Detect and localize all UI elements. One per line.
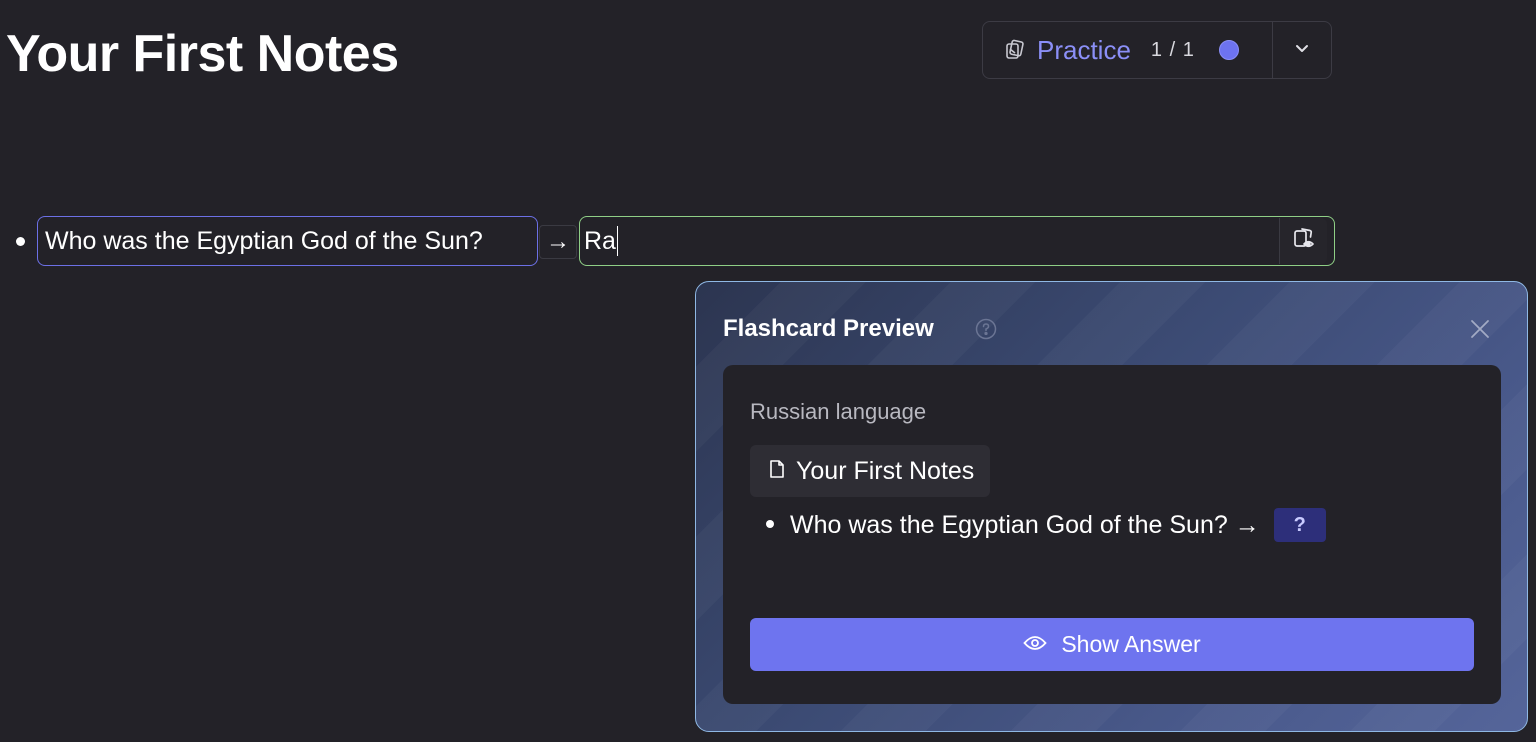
practice-dropdown-button[interactable] xyxy=(1273,22,1331,78)
practice-count: 1 / 1 xyxy=(1150,38,1195,61)
question-field[interactable]: Who was the Egyptian God of the Sun? xyxy=(37,216,538,266)
eye-icon xyxy=(1023,631,1061,658)
answer-field[interactable]: Ra xyxy=(579,216,1335,266)
chevron-down-icon xyxy=(1293,39,1311,62)
cards-stack-icon xyxy=(1003,37,1029,63)
document-chip[interactable]: Your First Notes xyxy=(750,445,991,497)
cloze-placeholder: ? xyxy=(1273,508,1326,542)
text-cursor xyxy=(616,226,619,256)
separator-arrow: → xyxy=(539,225,577,259)
question-text: Who was the Egyptian God of the Sun? xyxy=(45,226,483,255)
flashcard-preview-panel: Flashcard Preview Russian language Your … xyxy=(695,281,1528,732)
help-circle-icon[interactable] xyxy=(975,318,997,345)
note-bullet[interactable] xyxy=(16,237,25,246)
practice-button[interactable]: Practice 1 / 1 xyxy=(983,22,1272,78)
card-question-text: Who was the Egyptian God of the Sun? → xyxy=(790,510,1260,539)
card-preview-icon xyxy=(1290,225,1318,258)
document-title: Your First Notes xyxy=(796,456,975,485)
show-answer-label: Show Answer xyxy=(1061,631,1201,657)
panel-title: Flashcard Preview xyxy=(723,315,934,342)
card-question: Who was the Egyptian God of the Sun? → ? xyxy=(790,508,1326,542)
flashcard-preview-toggle[interactable] xyxy=(1279,218,1327,264)
close-icon[interactable] xyxy=(1469,318,1491,345)
flashcard: Russian language Your First Notes Who wa… xyxy=(723,365,1501,704)
practice-status-dot xyxy=(1218,40,1239,60)
practice-label: Practice xyxy=(1037,35,1131,65)
document-icon xyxy=(768,457,796,486)
card-category: Russian language xyxy=(750,399,927,424)
answer-text: Ra xyxy=(584,226,616,255)
show-answer-button[interactable]: Show Answer xyxy=(750,618,1474,671)
card-bullet xyxy=(766,520,774,528)
practice-widget: Practice 1 / 1 xyxy=(982,21,1332,79)
page-title: Your First Notes xyxy=(6,25,399,83)
